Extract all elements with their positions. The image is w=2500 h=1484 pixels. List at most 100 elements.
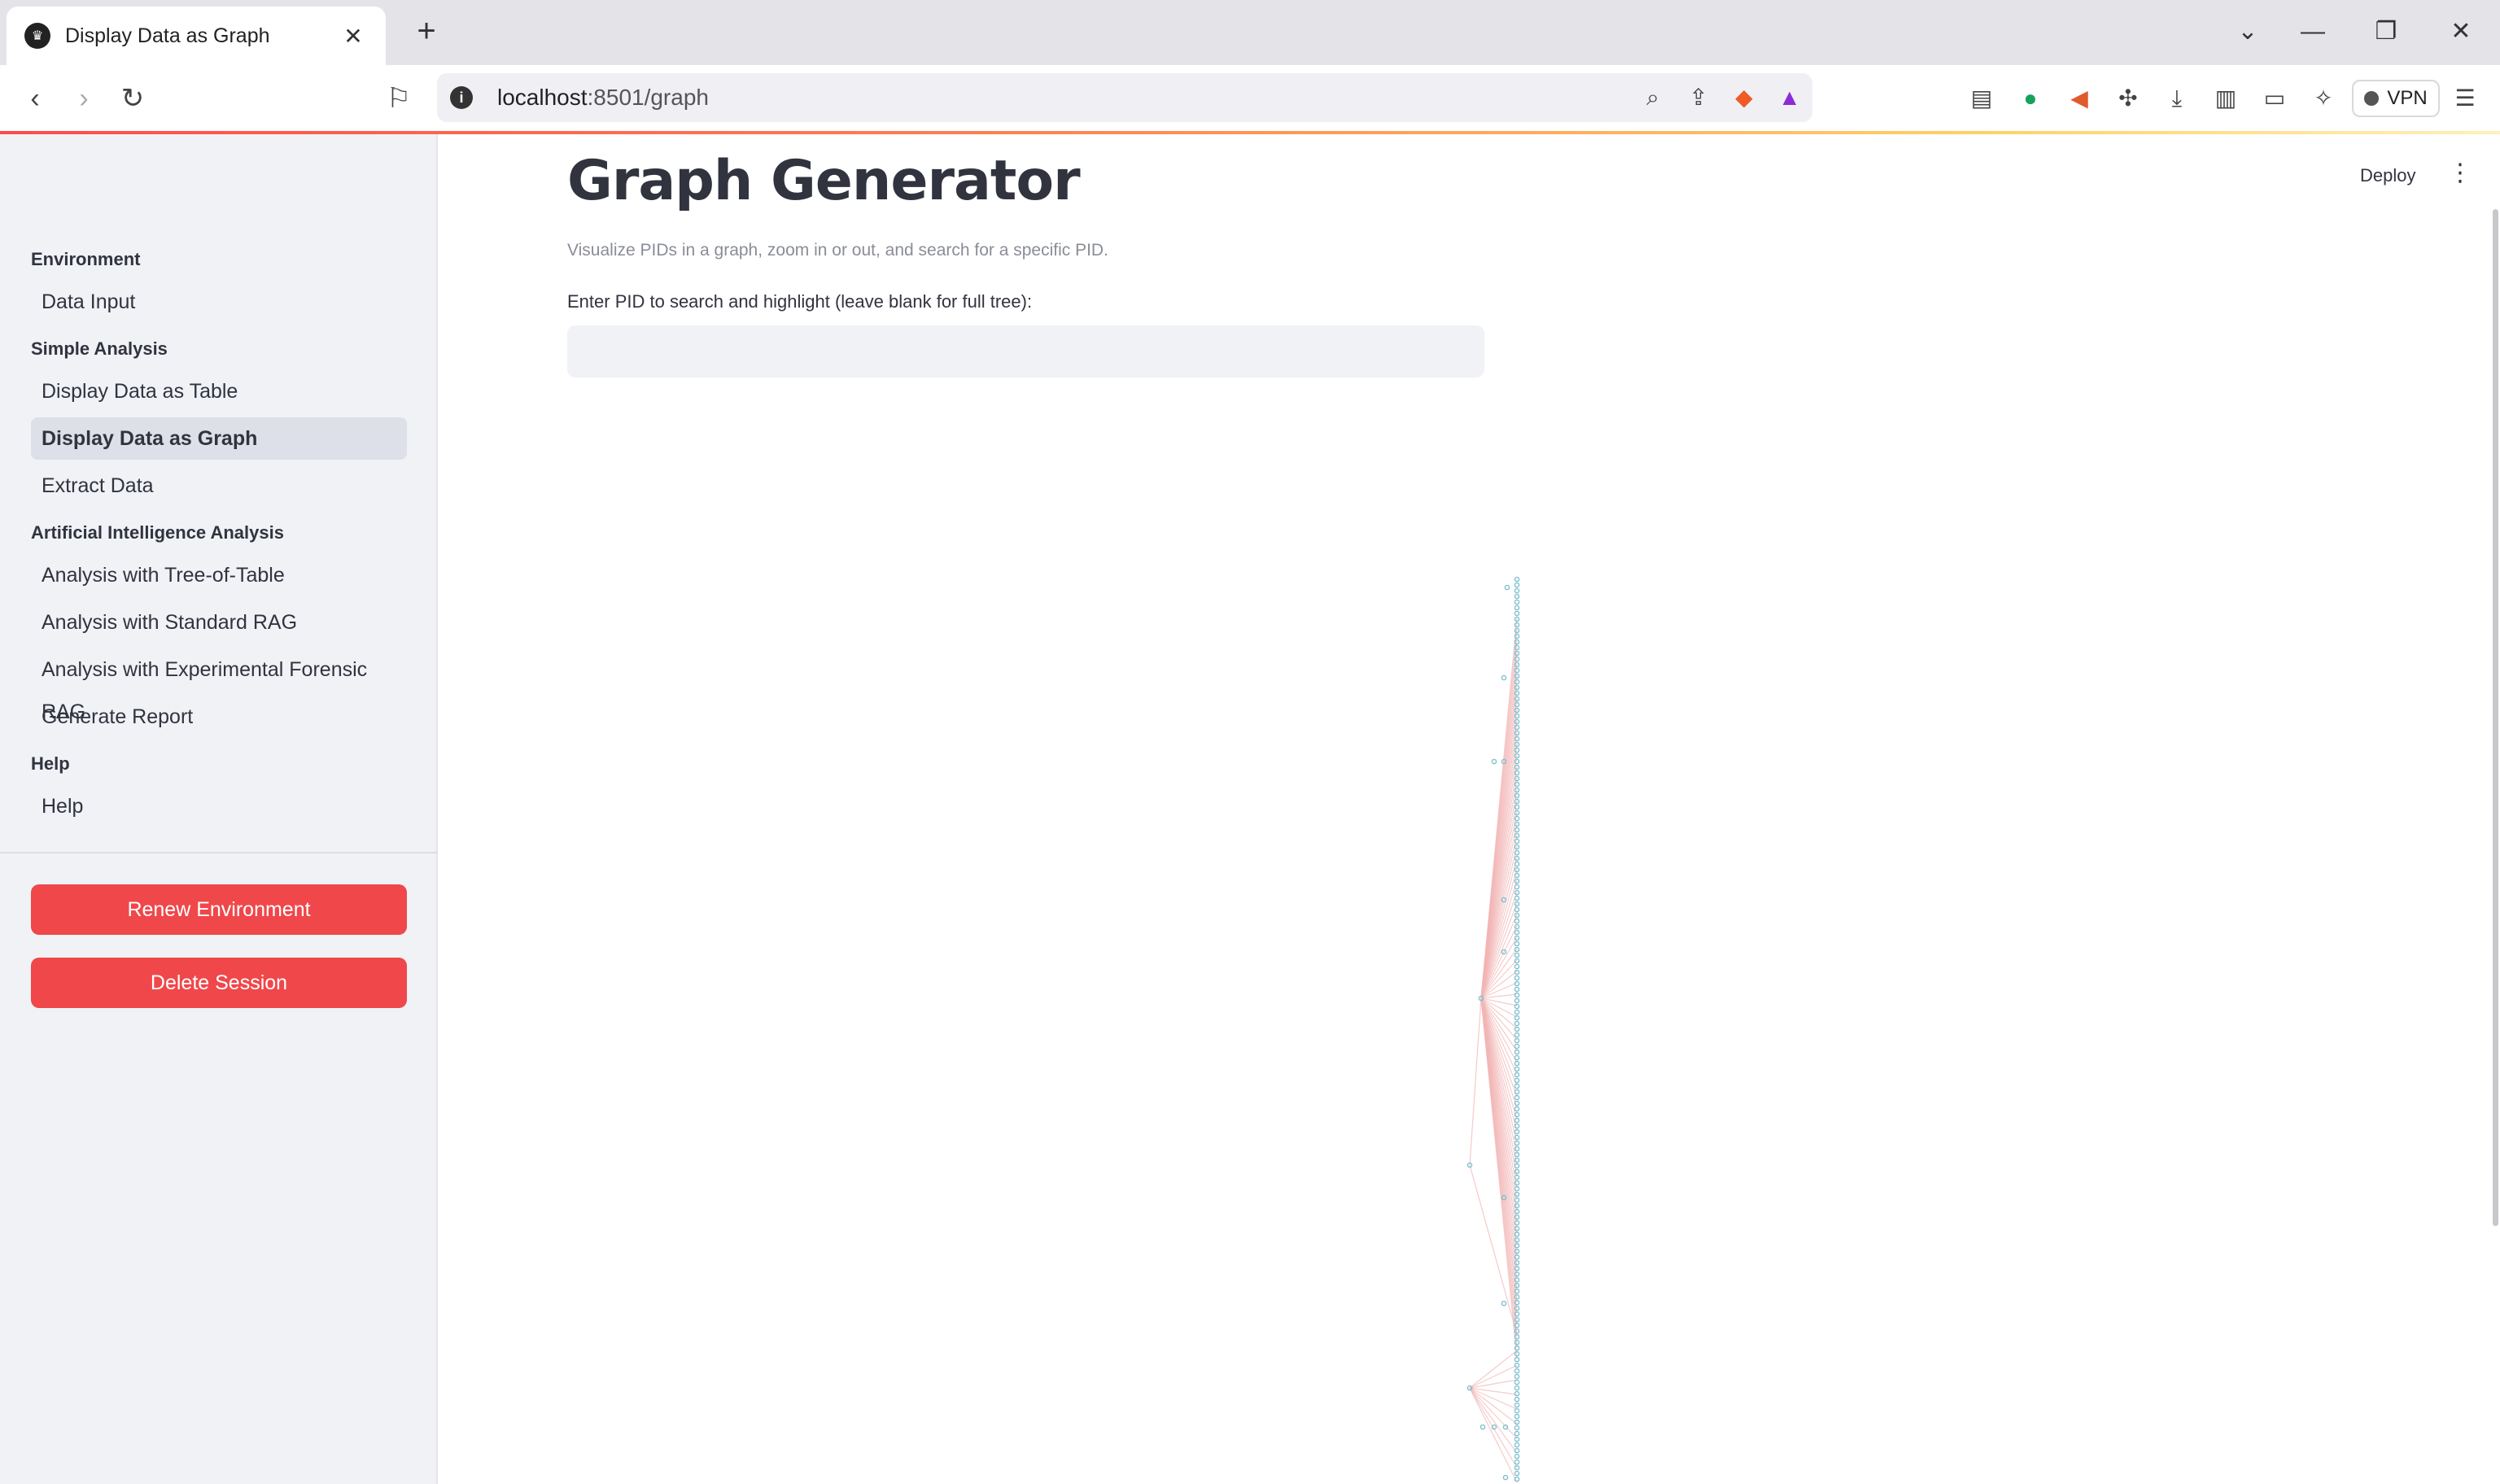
deploy-button[interactable]: Deploy <box>2360 165 2415 186</box>
graph-node[interactable] <box>1514 576 1520 583</box>
reader-mode-icon[interactable]: ▤ <box>1961 78 2002 119</box>
address-bar[interactable]: i localhost:8501/graph ⌕ ⇪ ◆ ▲ <box>437 73 1812 122</box>
graph-node[interactable] <box>1514 1026 1520 1032</box>
back-icon[interactable]: ‹ <box>15 78 55 119</box>
graph-node[interactable] <box>1514 1015 1520 1021</box>
graph-node[interactable] <box>1514 1009 1520 1015</box>
graph-node[interactable] <box>1514 992 1520 998</box>
graph-node[interactable] <box>1514 1470 1520 1477</box>
graph-node[interactable] <box>1514 1066 1520 1072</box>
graph-node[interactable] <box>1514 1413 1520 1420</box>
graph-node[interactable] <box>1514 1396 1520 1403</box>
graph-node[interactable] <box>1514 1054 1520 1061</box>
pid-search-input[interactable] <box>567 325 1484 378</box>
graph-node[interactable] <box>1514 975 1520 981</box>
graph-node[interactable] <box>1514 1202 1520 1209</box>
graph-node[interactable] <box>1514 1214 1520 1220</box>
graph-node[interactable] <box>1501 674 1507 681</box>
graph-node[interactable] <box>1514 1408 1520 1414</box>
graph-node[interactable] <box>1514 1191 1520 1198</box>
graph-node[interactable] <box>1514 599 1520 605</box>
brave-shields-icon[interactable]: ◆ <box>1721 75 1767 120</box>
bookmark-icon[interactable]: ⚐ <box>378 78 419 119</box>
browser-tab[interactable]: ♛ Display Data as Graph ✕ <box>7 7 386 65</box>
graph-node[interactable] <box>1514 1020 1520 1027</box>
graph-node[interactable] <box>1514 1425 1520 1431</box>
extensions-icon[interactable]: ✣ <box>2108 78 2148 119</box>
graph-node[interactable] <box>1502 1474 1509 1481</box>
reload-icon[interactable]: ↻ <box>112 78 153 119</box>
graph-node[interactable] <box>1514 587 1520 594</box>
graph-node[interactable] <box>1514 605 1520 611</box>
graph-node[interactable] <box>1514 1225 1520 1232</box>
main-menu-icon[interactable]: ⋮ <box>2448 159 2472 187</box>
graph-node[interactable] <box>1514 997 1520 1004</box>
graph-node[interactable] <box>1514 963 1520 970</box>
grammarly-icon[interactable]: ● <box>2010 78 2051 119</box>
graph-node[interactable] <box>1514 952 1520 958</box>
site-info-icon[interactable]: i <box>450 86 473 109</box>
graph-node[interactable] <box>1514 593 1520 600</box>
graph-node[interactable] <box>1514 1442 1520 1448</box>
graph-node[interactable] <box>1514 1043 1520 1050</box>
graph-node[interactable] <box>1514 1032 1520 1038</box>
renew-environment-button[interactable]: Renew Environment <box>31 884 407 935</box>
minimize-icon[interactable]: — <box>2288 11 2337 52</box>
sidebar-item-data-input[interactable]: Data Input <box>31 281 407 323</box>
process-tree-graph[interactable] <box>1432 570 1562 1484</box>
graph-node[interactable] <box>1514 1379 1520 1386</box>
delete-session-button[interactable]: Delete Session <box>31 958 407 1008</box>
graph-node[interactable] <box>1514 1003 1520 1010</box>
close-window-icon[interactable]: ✕ <box>2437 11 2485 52</box>
graph-node[interactable] <box>1479 1424 1486 1430</box>
graph-node[interactable] <box>1514 701 1520 708</box>
menu-icon[interactable]: ☰ <box>2445 78 2485 119</box>
graph-node[interactable] <box>1514 1168 1520 1175</box>
tab-list-chevron-icon[interactable]: ⌄ <box>2223 11 2272 52</box>
graph-node[interactable] <box>1514 713 1520 719</box>
sidebar-item-tree-of-table[interactable]: Analysis with Tree-of-Table <box>31 554 407 596</box>
graph-node[interactable] <box>1514 1180 1520 1186</box>
graph-node[interactable] <box>1514 986 1520 993</box>
graph-node[interactable] <box>1514 1402 1520 1408</box>
graph-node[interactable] <box>1501 1300 1507 1307</box>
graph-node[interactable] <box>1514 941 1520 947</box>
sidebar-item-display-table[interactable]: Display Data as Table <box>31 370 407 412</box>
graph-node[interactable] <box>1514 906 1520 913</box>
graph-node[interactable] <box>1514 1430 1520 1437</box>
graph-node[interactable] <box>1514 747 1520 753</box>
graph-node[interactable] <box>1514 582 1520 588</box>
graph-node[interactable] <box>1514 610 1520 617</box>
sidebar-item-standard-rag[interactable]: Analysis with Standard RAG <box>31 601 407 644</box>
graph-node[interactable] <box>1514 918 1520 924</box>
leo-ai-icon[interactable]: ✧ <box>2303 78 2344 119</box>
megaphone-icon[interactable]: ◀ <box>2059 78 2100 119</box>
download-icon[interactable]: ⤓ <box>2157 78 2197 119</box>
graph-node[interactable] <box>1514 958 1520 964</box>
graph-node[interactable] <box>1514 724 1520 731</box>
graph-node[interactable] <box>1514 895 1520 901</box>
graph-node[interactable] <box>1514 1453 1520 1460</box>
sidebar-item-help[interactable]: Help <box>31 785 407 827</box>
graph-node[interactable] <box>1514 1390 1520 1397</box>
graph-node[interactable] <box>1514 1373 1520 1380</box>
sidebar-toggle-icon[interactable]: ▥ <box>2205 78 2246 119</box>
new-tab-icon[interactable]: + <box>407 11 446 50</box>
graph-node[interactable] <box>1514 929 1520 936</box>
graph-node[interactable] <box>1491 758 1497 765</box>
sidebar-item-display-graph[interactable]: Display Data as Graph <box>31 417 407 460</box>
scrollbar[interactable] <box>2493 209 2498 1226</box>
graph-node[interactable] <box>1514 1237 1520 1243</box>
graph-node[interactable] <box>1504 584 1510 591</box>
restore-icon[interactable]: ❐ <box>2362 11 2410 52</box>
graph-node[interactable] <box>1514 1385 1520 1391</box>
zoom-icon[interactable]: ⌕ <box>1630 75 1676 120</box>
sidebar-item-forensic-rag[interactable]: Analysis with Experimental Forensic RAG <box>31 648 407 723</box>
url-text[interactable]: localhost:8501/graph <box>497 85 1630 111</box>
wallet-icon[interactable]: ▭ <box>2254 78 2295 119</box>
sidebar-item-extract-data[interactable]: Extract Data <box>31 465 407 507</box>
sidebar-item-generate-report[interactable]: Generate Report <box>31 696 407 738</box>
share-icon[interactable]: ⇪ <box>1676 75 1721 120</box>
brave-rewards-icon[interactable]: ▲ <box>1767 75 1812 120</box>
graph-node[interactable] <box>1514 690 1520 696</box>
